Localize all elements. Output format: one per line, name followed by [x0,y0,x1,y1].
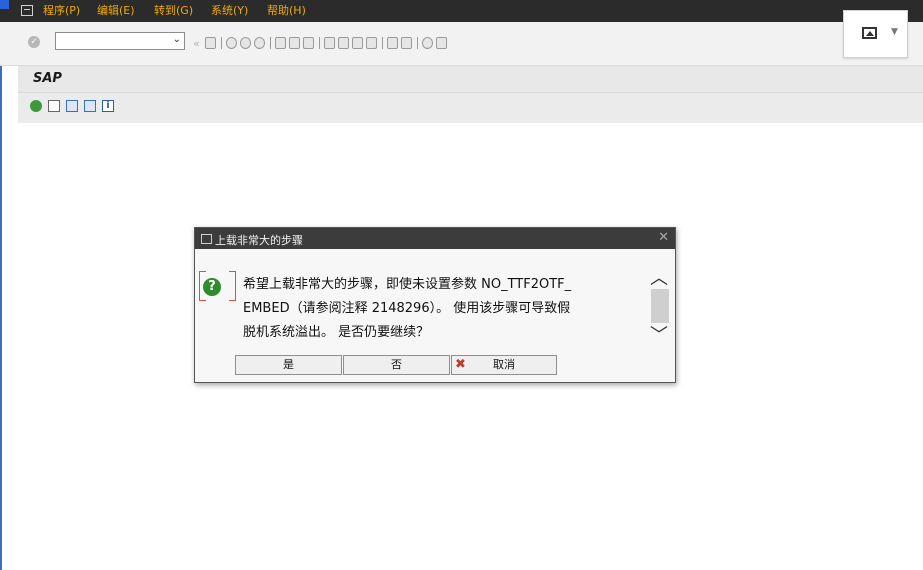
dialog-menu-icon[interactable] [201,234,212,244]
back-arrow-icon[interactable]: « [193,37,200,50]
dialog-message-line: 希望上载非常大的步骤，即使未设置参数 NO_TTF2OTF_ [243,277,572,292]
menu-icon[interactable] [21,5,33,16]
last-page-icon[interactable] [366,37,378,49]
first-page-icon[interactable] [324,37,336,49]
menu-item-program[interactable]: 程序(P) [43,4,80,17]
close-icon[interactable]: ✕ [658,230,669,245]
print-icon[interactable] [275,37,287,49]
save-icon[interactable] [205,37,217,49]
dialog-message-line: EMBED（请参阅注释 2148296）。 使用该步骤可导致假 [243,301,571,316]
dialog-message-line: 脱机系统溢出。 是否仍要继续？ [243,325,430,340]
dialog-message: 希望上载非常大的步骤，即使未设置参数 NO_TTF2OTF_ EMBED（请参阅… [243,273,643,345]
menu-item-goto[interactable]: 转到(G) [154,4,193,17]
back-icon[interactable] [226,37,238,49]
question-icon: ? [203,278,221,296]
standard-toolbar: ✓ ⌄ « [0,22,923,66]
copy-icon[interactable] [48,100,60,112]
screen-title-bar: SAP [18,66,923,93]
menu-item-system[interactable]: 系统(Y) [211,4,248,17]
image-button[interactable]: ▼ [843,10,908,58]
new-session-icon[interactable] [387,37,399,49]
window-corner-marker [0,0,9,9]
customize-layout-icon[interactable] [436,37,448,49]
help-icon[interactable] [422,37,434,49]
toolbar-separator [381,37,383,49]
window-left-border [0,0,2,570]
find-next-icon[interactable] [303,37,315,49]
page-title: SAP [33,71,62,86]
command-field[interactable]: ⌄ [55,32,185,50]
chevron-down-icon[interactable]: ⌄ [173,34,181,45]
cancel-button[interactable]: ✖ 取消 [451,355,557,375]
no-button-label: 否 [391,358,402,371]
icon-focus-bracket-right [229,271,236,301]
cancel-x-icon: ✖ [455,357,466,372]
scrollbar-thumb[interactable] [651,289,669,323]
toolbar-icons: « [193,35,449,51]
info-icon[interactable]: i [102,100,114,112]
toolbar-separator [220,37,222,49]
display-icon[interactable] [66,100,78,112]
cancel-button-label: 取消 [493,358,515,371]
yes-button[interactable]: 是 [235,355,342,375]
toolbar-separator [269,37,271,49]
shortcut-icon[interactable] [401,37,413,49]
dialog-title-bar: 上载非常大的步骤 ✕ [195,228,675,249]
previous-page-icon[interactable] [338,37,350,49]
execute-icon[interactable] [30,100,42,112]
exit-icon[interactable] [240,37,252,49]
dialog-title: 上载非常大的步骤 [215,234,303,247]
cancel-icon[interactable] [254,37,266,49]
chevron-down-icon[interactable]: ▼ [891,27,898,37]
yes-button-label: 是 [283,358,294,371]
scroll-up-icon[interactable]: ︿ [650,270,668,288]
image-icon [862,27,877,39]
menu-item-edit[interactable]: 编辑(E) [97,4,135,17]
confirmation-dialog: 上载非常大的步骤 ✕ ? 希望上载非常大的步骤，即使未设置参数 NO_TTF2O… [194,227,676,383]
application-toolbar: i [18,93,923,123]
enter-check-icon[interactable]: ✓ [28,36,40,48]
toolbar-separator [416,37,418,49]
menu-item-help[interactable]: 帮助(H) [267,4,306,17]
no-button[interactable]: 否 [343,355,450,375]
find-icon[interactable] [289,37,301,49]
scroll-down-icon[interactable]: ﹀ [650,327,668,345]
command-input[interactable] [58,34,172,50]
document-icon[interactable] [84,100,96,112]
toolbar-separator [318,37,320,49]
next-page-icon[interactable] [352,37,364,49]
menu-bar: 程序(P) 编辑(E) 转到(G) 系统(Y) 帮助(H) [0,0,923,22]
